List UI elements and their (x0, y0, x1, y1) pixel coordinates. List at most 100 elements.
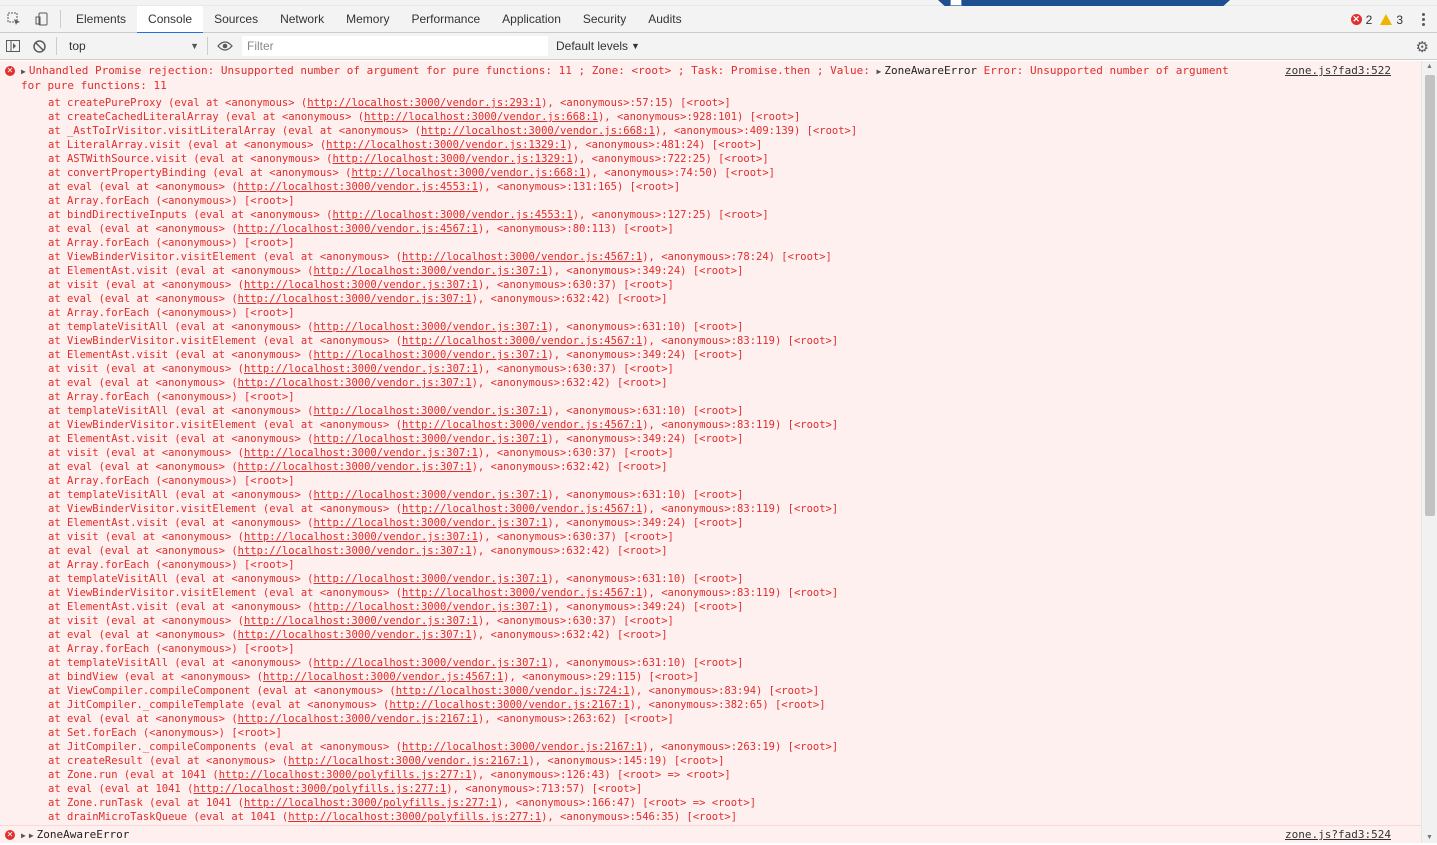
stack-frame-text: at eval (eval at <anonymous> ( (48, 629, 238, 641)
source-link[interactable]: zone.js?fad3:524 (1285, 828, 1391, 842)
stack-frame-link[interactable]: http://localhost:3000/vendor.js:4567:1 (402, 335, 642, 347)
live-expression-icon[interactable] (212, 33, 238, 60)
tab-memory[interactable]: Memory (335, 6, 400, 33)
tab-console[interactable]: Console (137, 5, 204, 34)
stack-frame-link[interactable]: http://localhost:3000/vendor.js:307:1 (314, 573, 548, 585)
stack-frame: at templateVisitAll (eval at <anonymous>… (48, 656, 1421, 670)
tab-performance[interactable]: Performance (400, 6, 491, 33)
stack-frame-link[interactable]: http://localhost:3000/vendor.js:4567:1 (263, 671, 503, 683)
stack-frame-location: ), <anonymous>:83:119) [<root>] (642, 335, 839, 347)
stack-frame-link[interactable]: http://localhost:3000/vendor.js:2167:1 (238, 713, 478, 725)
stack-frame-link[interactable]: http://localhost:3000/polyfills.js:277:1 (244, 797, 497, 809)
stack-frame-text: at Array.forEach (<anonymous>) [<root>] (48, 195, 295, 207)
stack-frame-text: at createPureProxy (eval at <anonymous> … (48, 97, 308, 109)
stack-frame-link[interactable]: http://localhost:3000/vendor.js:1329:1 (326, 139, 566, 151)
stack-frame: at eval (eval at <anonymous> (http://loc… (48, 712, 1421, 726)
error-object-label[interactable]: ZoneAwareError (37, 828, 130, 841)
stack-frame-link[interactable]: http://localhost:3000/vendor.js:4567:1 (402, 503, 642, 515)
stack-frame-text: at eval (eval at 1041 ( (48, 783, 194, 795)
stack-frame: at ViewCompiler.compileComponent (eval a… (48, 684, 1421, 698)
stack-frame-link[interactable]: http://localhost:3000/vendor.js:307:1 (244, 531, 478, 543)
stack-frame-text: at eval (eval at <anonymous> ( (48, 461, 238, 473)
stack-frame-link[interactable]: http://localhost:3000/polyfills.js:277:1 (193, 783, 446, 795)
issue-counters[interactable]: ✕ 2 3 (1350, 6, 1429, 33)
stack-frame-link[interactable]: http://localhost:3000/vendor.js:307:1 (238, 545, 472, 557)
tab-elements[interactable]: Elements (65, 6, 137, 33)
stack-frame-link[interactable]: http://localhost:3000/vendor.js:307:1 (244, 279, 478, 291)
stack-frame-text: at eval (eval at <anonymous> ( (48, 377, 238, 389)
stack-frame-text: at bindView (eval at <anonymous> ( (48, 671, 263, 683)
expand-triangle-icon[interactable]: ▶ (29, 831, 34, 840)
stack-frame-link[interactable]: http://localhost:3000/vendor.js:668:1 (364, 111, 598, 123)
expand-triangle-icon[interactable]: ▶ (877, 67, 882, 76)
stack-frame-link[interactable]: http://localhost:3000/vendor.js:307:1 (238, 629, 472, 641)
stack-frame: at bindDirectiveInputs (eval at <anonymo… (48, 208, 1421, 222)
stack-frame-link[interactable]: http://localhost:3000/vendor.js:307:1 (314, 489, 548, 501)
stack-frame-link[interactable]: http://localhost:3000/vendor.js:1329:1 (332, 153, 572, 165)
stack-frame: at templateVisitAll (eval at <anonymous>… (48, 572, 1421, 586)
stack-frame: at ASTWithSource.visit (eval at <anonymo… (48, 152, 1421, 166)
error-summary[interactable]: ▶ ▶ ZoneAwareError (0, 826, 1421, 845)
kebab-menu-icon[interactable] (1417, 6, 1429, 33)
stack-frame-location: ), <anonymous>:78:24) [<root>] (642, 251, 832, 263)
context-selector[interactable]: top ▼ (65, 36, 203, 56)
stack-frame-location: ), <anonymous>:126:43) [<root> => <root>… (471, 769, 731, 781)
stack-frame-link[interactable]: http://localhost:3000/vendor.js:668:1 (421, 125, 655, 137)
stack-frame-link[interactable]: http://localhost:3000/vendor.js:307:1 (244, 363, 478, 375)
stack-frame-link[interactable]: http://localhost:3000/polyfills.js:277:1 (219, 769, 472, 781)
show-sidebar-icon[interactable] (0, 33, 26, 60)
source-link[interactable]: zone.js?fad3:522 (1285, 64, 1391, 78)
stack-frame-link[interactable]: http://localhost:3000/vendor.js:307:1 (314, 321, 548, 333)
scrollbar-thumb[interactable] (1425, 75, 1435, 516)
stack-frame-link[interactable]: http://localhost:3000/vendor.js:4567:1 (238, 223, 478, 235)
scroll-up-icon[interactable]: ▲ (1426, 63, 1433, 70)
tab-security[interactable]: Security (572, 6, 637, 33)
stack-frame-link[interactable]: http://localhost:3000/vendor.js:4567:1 (402, 251, 642, 263)
stack-frame-link[interactable]: http://localhost:3000/vendor.js:2167:1 (389, 699, 629, 711)
stack-frame-link[interactable]: http://localhost:3000/vendor.js:4567:1 (402, 587, 642, 599)
device-toolbar-icon[interactable] (28, 6, 56, 33)
stack-frame-link[interactable]: http://localhost:3000/vendor.js:307:1 (314, 433, 548, 445)
stack-frame-location: ), <anonymous>:632:42) [<root>] (471, 293, 668, 305)
stack-frame-text: at templateVisitAll (eval at <anonymous>… (48, 657, 314, 669)
stack-frame-link[interactable]: http://localhost:3000/vendor.js:307:1 (244, 615, 478, 627)
clear-console-icon[interactable] (26, 33, 52, 60)
stack-frame-link[interactable]: http://localhost:3000/vendor.js:2167:1 (288, 755, 528, 767)
stack-frame-link[interactable]: http://localhost:3000/vendor.js:724:1 (396, 685, 630, 697)
console-scrollbar[interactable]: ▲ ▼ (1421, 61, 1437, 843)
tab-audits[interactable]: Audits (637, 6, 692, 33)
filter-input[interactable] (242, 36, 548, 56)
stack-frame-link[interactable]: http://localhost:3000/vendor.js:307:1 (314, 405, 548, 417)
error-summary[interactable]: ▶ Unhandled Promise rejection: Unsupporte… (0, 61, 1421, 96)
stack-frame: at eval (eval at <anonymous> (http://loc… (48, 222, 1421, 236)
stack-frame-link[interactable]: http://localhost:3000/vendor.js:4553:1 (238, 181, 478, 193)
stack-frame: at visit (eval at <anonymous> (http://lo… (48, 446, 1421, 460)
tab-network[interactable]: Network (269, 6, 335, 33)
gear-icon[interactable]: ⚙ (1416, 33, 1429, 60)
scroll-down-icon[interactable]: ▼ (1426, 834, 1433, 841)
tab-application[interactable]: Application (491, 6, 572, 33)
tab-sources[interactable]: Sources (203, 6, 269, 33)
log-levels-dropdown[interactable]: Default levels ▼ (556, 39, 640, 53)
stack-frame-link[interactable]: http://localhost:3000/vendor.js:2167:1 (402, 741, 642, 753)
stack-frame-link[interactable]: http://localhost:3000/vendor.js:4567:1 (402, 419, 642, 431)
stack-frame-link[interactable]: http://localhost:3000/vendor.js:307:1 (314, 349, 548, 361)
stack-frame-link[interactable]: http://localhost:3000/vendor.js:668:1 (351, 167, 585, 179)
stack-frame-link[interactable]: http://localhost:3000/vendor.js:307:1 (238, 377, 472, 389)
tabbar-divider (60, 10, 61, 28)
inspect-element-icon[interactable] (0, 6, 28, 33)
stack-frame-link[interactable]: http://localhost:3000/vendor.js:293:1 (307, 97, 541, 109)
stack-frame-link[interactable]: http://localhost:3000/vendor.js:307:1 (314, 601, 548, 613)
stack-frame: at Array.forEach (<anonymous>) [<root>] (48, 474, 1421, 488)
stack-frame-link[interactable]: http://localhost:3000/vendor.js:307:1 (314, 657, 548, 669)
expand-triangle-icon[interactable]: ▶ (21, 831, 26, 840)
stack-frame-link[interactable]: http://localhost:3000/vendor.js:307:1 (314, 265, 548, 277)
stack-frame-link[interactable]: http://localhost:3000/vendor.js:307:1 (244, 447, 478, 459)
expand-triangle-icon[interactable]: ▶ (21, 67, 26, 76)
stack-frame-link[interactable]: http://localhost:3000/vendor.js:4553:1 (332, 209, 572, 221)
stack-frame-link[interactable]: http://localhost:3000/polyfills.js:277:1 (288, 811, 541, 823)
stack-frame-link[interactable]: http://localhost:3000/vendor.js:307:1 (238, 293, 472, 305)
stack-frame-link[interactable]: http://localhost:3000/vendor.js:307:1 (238, 461, 472, 473)
stack-frame-link[interactable]: http://localhost:3000/vendor.js:307:1 (314, 517, 548, 529)
error-object-label[interactable]: ZoneAwareError (884, 64, 977, 77)
